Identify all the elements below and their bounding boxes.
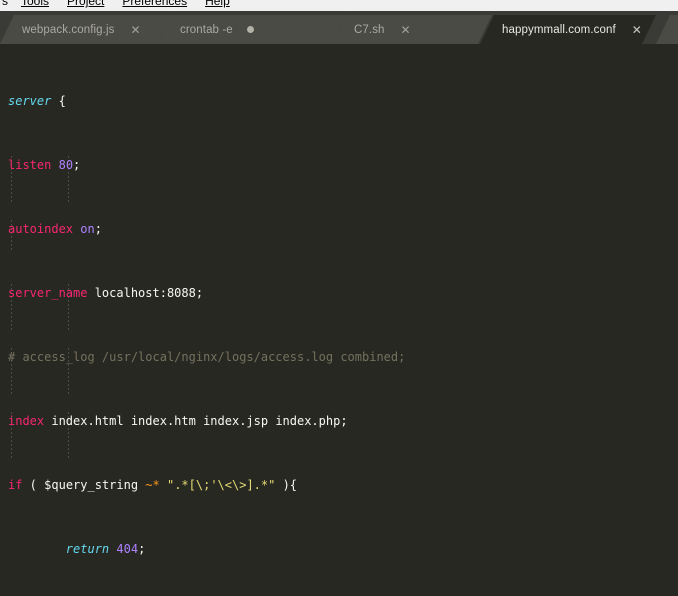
code-line: return 404; [65, 542, 146, 556]
tab-happymmall-com-conf[interactable]: happymmall.com.conf ✕ [480, 15, 656, 44]
close-icon[interactable]: ✕ [399, 23, 413, 37]
tab-label: happymmall.com.conf [502, 23, 616, 36]
tab-label: crontab -e [180, 23, 233, 36]
menu-item-preferences[interactable]: Preferences [113, 0, 196, 10]
tab-c7-sh[interactable]: C7.sh ✕ [332, 15, 492, 44]
editor-window: s Tools Project Preferences Help webpack… [0, 0, 678, 596]
token-directive: autoindex [8, 222, 74, 236]
token-variable: $query_string [44, 478, 139, 492]
token-number: 80 [58, 158, 74, 172]
code-line: server { [8, 93, 405, 109]
menu-item-partial[interactable]: s [0, 0, 12, 10]
token-directive: index [8, 414, 45, 428]
menu-bar-items: s Tools Project Preferences Help [0, 0, 239, 10]
tab-webpack-config-js[interactable]: webpack.config.js ✕ [0, 15, 172, 44]
code-line: listen 80; [8, 158, 81, 172]
close-icon[interactable]: ✕ [128, 23, 142, 37]
menu-item-tools[interactable]: Tools [12, 0, 58, 10]
tab-label: C7.sh [354, 23, 385, 36]
menu-item-preferences-label: Preferences [122, 0, 188, 8]
menu-item-tools-label: Tools [21, 0, 50, 8]
token-operator: ~* [145, 478, 160, 492]
code-line: server_name localhost:8088; [8, 286, 204, 300]
token-string: ".*[\;'\<\>].*" [166, 478, 276, 492]
code-line: if ( $query_string ~* ".*[\;'\<\>].*" ){ [8, 478, 298, 492]
code-content[interactable]: server { listen 80; autoindex on; server… [8, 45, 405, 596]
code-line: autoindex on; [8, 222, 102, 236]
token-comment: # access_log /usr/local/nginx/logs/acces… [8, 350, 406, 364]
code-line: # access_log /usr/local/nginx/logs/acces… [8, 349, 405, 365]
tab-next-partial[interactable] [656, 15, 678, 44]
menu-item-project[interactable]: Project [58, 0, 113, 10]
tab-crontab-e[interactable]: crontab -e [158, 15, 346, 44]
menu-item-help[interactable]: Help [196, 0, 239, 10]
menu-item-help-label: Help [205, 0, 230, 8]
token-value: on [80, 222, 95, 236]
token-context: server [8, 94, 52, 108]
token-brace: { [58, 94, 66, 108]
code-line: index index.html index.htm index.jsp ind… [8, 414, 348, 428]
menu-item-project-label: Project [67, 0, 105, 8]
code-editor[interactable]: server { listen 80; autoindex on; server… [0, 44, 678, 596]
token-directive: listen [8, 158, 52, 172]
tab-strip[interactable]: webpack.config.js ✕ crontab -e C7.sh ✕ h… [0, 11, 678, 44]
close-icon[interactable]: ✕ [630, 23, 644, 37]
token-directive: if [8, 478, 23, 492]
token-keyword: return [65, 542, 110, 556]
modified-dot-icon[interactable] [246, 26, 254, 33]
token-directive: server_name [8, 286, 88, 300]
tab-label: webpack.config.js [22, 23, 115, 36]
token-number: 404 [116, 542, 139, 556]
